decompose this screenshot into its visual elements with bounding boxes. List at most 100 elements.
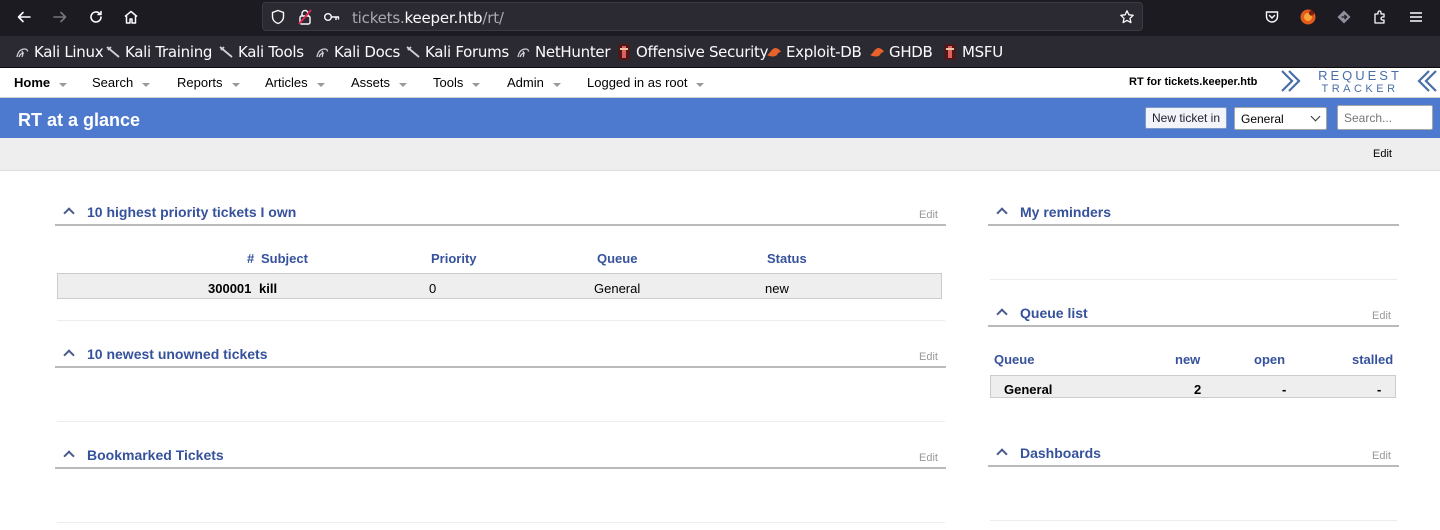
- new-ticket-button[interactable]: New ticket in: [1145, 107, 1227, 129]
- portlet-highest-priority-header: 10 highest priority tickets I own Edit: [55, 204, 946, 226]
- portlet-edit-link[interactable]: Edit: [919, 351, 938, 363]
- collapse-chevron-icon[interactable]: [63, 207, 75, 219]
- extension-foxyproxy-button[interactable]: [1294, 4, 1322, 30]
- portlet-dashboards-header: Dashboards Edit: [988, 445, 1399, 467]
- menu-assets[interactable]: Assets: [351, 75, 408, 90]
- ticket-subject[interactable]: kill: [259, 281, 277, 296]
- diamond-arrow-icon: [1337, 10, 1351, 24]
- main-nav: Home Search Reports Articles Assets Tool…: [0, 68, 1440, 98]
- kali-sword-icon: [218, 44, 234, 60]
- portlet-reminders-header: My reminders: [988, 204, 1399, 226]
- bookmark-kali-training[interactable]: Kali Training: [105, 43, 212, 61]
- app-menu-button[interactable]: [1402, 4, 1430, 30]
- home-button[interactable]: [117, 4, 145, 30]
- menu-logged-in[interactable]: Logged in as root: [587, 75, 705, 90]
- queue-stalled-count[interactable]: -: [1377, 382, 1381, 397]
- portlet-edit-link[interactable]: Edit: [1372, 450, 1391, 462]
- portlet-edit-link[interactable]: Edit: [919, 452, 938, 464]
- portlet-title[interactable]: My reminders: [1020, 204, 1111, 220]
- portlet-title[interactable]: 10 highest priority tickets I own: [87, 204, 296, 220]
- bookmark-kali-docs[interactable]: Kali Docs: [314, 43, 400, 61]
- column-header-status[interactable]: Status: [767, 251, 807, 266]
- menu-tools[interactable]: Tools: [433, 75, 481, 90]
- menu-admin[interactable]: Admin: [507, 75, 561, 90]
- menu-home[interactable]: Home: [14, 75, 68, 90]
- reload-button[interactable]: [82, 4, 110, 30]
- reload-icon: [90, 10, 102, 23]
- menu-articles[interactable]: Articles: [265, 75, 325, 90]
- kali-dragon-icon: [14, 44, 30, 60]
- queue-select[interactable]: General: [1234, 107, 1327, 130]
- portlet-title[interactable]: Bookmarked Tickets: [87, 447, 224, 463]
- caret-down-icon: [552, 82, 561, 87]
- extensions-button[interactable]: [1366, 4, 1394, 30]
- queue-name[interactable]: General: [1004, 382, 1052, 397]
- key-icon[interactable]: [323, 8, 341, 26]
- arrow-left-icon: [17, 11, 31, 23]
- ticket-status: new: [765, 281, 789, 296]
- pocket-button[interactable]: [1258, 4, 1286, 30]
- page-title: RT at a glance: [18, 110, 141, 130]
- portlet-divider: [57, 320, 945, 321]
- column-header-stalled: stalled: [1352, 352, 1394, 367]
- ticket-priority: 0: [429, 281, 437, 296]
- column-header-priority[interactable]: Priority: [431, 251, 477, 266]
- collapse-chevron-icon[interactable]: [996, 207, 1008, 219]
- bookmark-nethunter[interactable]: NetHunter: [515, 43, 611, 61]
- queue-open-count[interactable]: -: [1282, 382, 1286, 397]
- portlet-edit-link[interactable]: Edit: [1372, 310, 1391, 322]
- bookmark-msfu[interactable]: MSFU: [942, 43, 1003, 61]
- offsec-icon: [942, 44, 958, 60]
- collapse-chevron-icon[interactable]: [63, 450, 75, 462]
- bookmark-exploit-db[interactable]: Exploit-DB: [766, 43, 862, 61]
- portlet-edit-link[interactable]: Edit: [919, 209, 938, 221]
- portlet-title[interactable]: Queue list: [1020, 305, 1088, 321]
- caret-down-icon: [472, 82, 481, 87]
- menu-label: Assets: [351, 75, 391, 90]
- bookmark-ghdb[interactable]: GHDB: [869, 43, 933, 61]
- menu-reports[interactable]: Reports: [177, 75, 240, 90]
- queue-select-value: General: [1241, 111, 1284, 126]
- menu-label: Tools: [433, 75, 464, 90]
- bookmark-kali-forums[interactable]: Kali Forums: [405, 43, 509, 61]
- bookmark-kali-linux[interactable]: Kali Linux: [14, 43, 104, 61]
- column-header-id[interactable]: #: [247, 251, 254, 266]
- address-bar[interactable]: tickets.keeper.htb/rt/: [262, 2, 1143, 31]
- search-placeholder: Search...: [1344, 110, 1393, 125]
- column-header-queue: Queue: [994, 352, 1035, 367]
- forward-button[interactable]: [46, 4, 74, 30]
- rt-instance-name: RT for tickets.keeper.htb: [1129, 76, 1258, 88]
- caret-down-icon: [231, 82, 240, 87]
- shield-icon[interactable]: [269, 8, 287, 26]
- portlet-divider: [57, 522, 945, 523]
- menu-label: Admin: [507, 75, 544, 90]
- request-tracker-logo[interactable]: REQUEST TRACKER: [1280, 68, 1438, 98]
- kali-sword-icon: [405, 44, 421, 60]
- menu-search[interactable]: Search: [92, 75, 151, 90]
- column-header-open: open: [1254, 352, 1286, 367]
- column-header-subject[interactable]: Subject: [261, 251, 308, 266]
- extension-arrow-button[interactable]: [1330, 4, 1358, 30]
- url-text[interactable]: tickets.keeper.htb/rt/: [352, 9, 504, 27]
- search-input[interactable]: Search...: [1337, 105, 1433, 130]
- collapse-chevron-icon[interactable]: [63, 349, 75, 361]
- queue-new-count[interactable]: 2: [1194, 382, 1201, 397]
- back-button[interactable]: [10, 4, 38, 30]
- table-row[interactable]: [57, 273, 942, 299]
- column-header-queue[interactable]: Queue: [597, 251, 637, 266]
- edit-page-link[interactable]: Edit: [1373, 148, 1392, 160]
- bookmark-label: Kali Docs: [334, 43, 400, 61]
- arrow-right-icon: [53, 11, 67, 23]
- ticket-id[interactable]: 300001: [208, 281, 251, 296]
- bookmark-star-icon[interactable]: [1118, 8, 1136, 26]
- foxyproxy-icon: [1300, 9, 1316, 25]
- portlet-title[interactable]: 10 newest unowned tickets: [87, 346, 268, 362]
- bookmark-kali-tools[interactable]: Kali Tools: [218, 43, 304, 61]
- hamburger-icon: [1410, 12, 1422, 22]
- bookmark-offensive-security[interactable]: Offensive Security: [616, 43, 768, 61]
- insecure-lock-icon[interactable]: [296, 8, 314, 26]
- collapse-chevron-icon[interactable]: [996, 308, 1008, 320]
- collapse-chevron-icon[interactable]: [996, 448, 1008, 460]
- portlet-title[interactable]: Dashboards: [1020, 445, 1101, 461]
- puzzle-icon: [1374, 10, 1385, 24]
